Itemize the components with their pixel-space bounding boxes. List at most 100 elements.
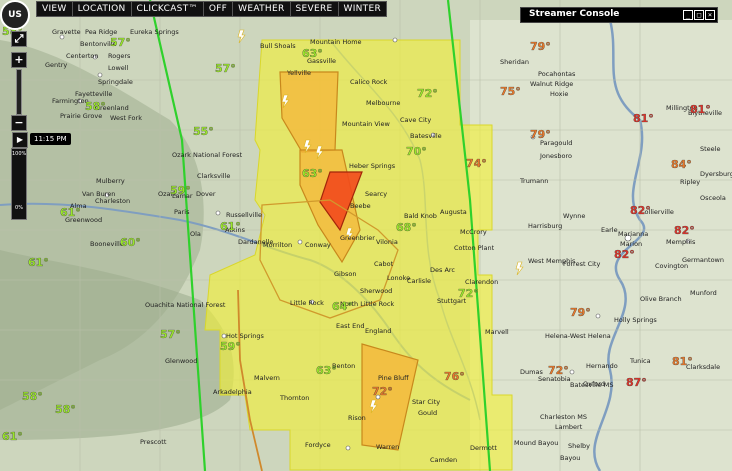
city-label: Sheridan (500, 58, 529, 66)
temperature-label: 82° (674, 224, 695, 237)
temperature-label: 79° (530, 40, 551, 53)
temperature-label: 61° (60, 206, 81, 219)
menu-clickcast[interactable]: CLICKCAST™ (132, 2, 204, 16)
restore-icon[interactable]: □ (694, 10, 704, 20)
city-label: Lowell (108, 64, 129, 72)
city-label: Carlisle (407, 277, 431, 285)
city-label: Paris (174, 208, 190, 216)
city-label: Gibson (334, 270, 356, 278)
city-label: Des Arc (430, 266, 455, 274)
temperature-label: 61° (2, 430, 23, 443)
city-label: Mound Bayou (514, 439, 558, 447)
city-label: Bald Knob (404, 212, 437, 220)
city-label: Clarksville (197, 172, 230, 180)
temperature-label: 63° (302, 167, 323, 180)
zoom-out-button[interactable]: − (11, 115, 27, 131)
city-label: Malvern (254, 374, 280, 382)
opacity-slider[interactable]: 100% 0% (11, 148, 27, 220)
city-label: Helena-West Helena (545, 332, 611, 340)
city-label: Morrilton (263, 241, 292, 249)
city-label: Cave City (400, 116, 431, 124)
city-label: Prairie Grove (60, 112, 102, 120)
city-label: Greenbrier (340, 234, 375, 242)
temperature-label: 63° (302, 47, 323, 60)
city-label: Beebe (350, 202, 371, 210)
city-label: Germantown (682, 256, 724, 264)
city-label: Holly Springs (614, 316, 657, 324)
city-label: Vilonia (376, 238, 398, 246)
city-label: Oxford (583, 380, 605, 388)
city-label: Dyersburg (700, 170, 732, 178)
temperature-label: 63° (316, 364, 337, 377)
temperature-label: 64° (332, 300, 353, 313)
temperature-label: 57° (215, 62, 236, 75)
city-label: Little Rock (290, 299, 324, 307)
temperature-label: 72° (548, 364, 569, 377)
city-label: Rogers (108, 52, 131, 60)
city-label: Pocahontas (538, 70, 576, 78)
city-label: Gentry (45, 61, 67, 69)
fullscreen-icon[interactable]: ⤢ (11, 31, 27, 47)
console-title: Streamer Console (529, 9, 620, 19)
city-label: Dermott (470, 444, 497, 452)
city-label: Pea Ridge (85, 28, 117, 36)
city-label: Mountain View (342, 120, 390, 128)
city-label: Jonesboro (539, 152, 572, 160)
city-label: Arkadelphia (213, 388, 252, 396)
city-label: Osceola (700, 194, 726, 202)
temperature-label: 59° (170, 184, 191, 197)
temperature-label: 57° (110, 36, 131, 49)
temperature-label: 82° (614, 248, 635, 261)
city-label: Calico Rock (350, 78, 388, 86)
city-label: Augusta (440, 208, 467, 216)
temperature-label: 87° (626, 376, 647, 389)
city-label: Ripley (680, 178, 700, 186)
city-label: Sherwood (360, 287, 392, 295)
city-label: Batesville (410, 132, 442, 140)
zoom-in-button[interactable]: + (11, 52, 27, 68)
menu-severe[interactable]: SEVERE (291, 2, 339, 16)
temperature-label: 76° (444, 370, 465, 383)
city-label: Hot Springs (226, 332, 264, 340)
city-label: Ozark National Forest (172, 151, 243, 159)
city-label: Earle (601, 226, 618, 234)
zoom-slider[interactable] (16, 69, 22, 115)
city-label: Wynne (563, 212, 585, 220)
city-label: Thornton (279, 394, 309, 402)
city-label: Olive Branch (640, 295, 682, 303)
city-label: Gravette (52, 28, 81, 36)
city-label: Charleston (95, 197, 130, 205)
city-label: Pine Bluff (378, 374, 409, 382)
temperature-label: 82° (630, 204, 651, 217)
close-icon[interactable]: × (705, 10, 715, 20)
city-label: Searcy (365, 190, 387, 198)
temperature-label: 61° (28, 256, 49, 269)
opacity-max-label: 100% (12, 151, 27, 157)
city-label: Hoxie (550, 90, 568, 98)
temperature-label: 57° (160, 328, 181, 341)
temperature-label: 59° (220, 340, 241, 353)
menu-off[interactable]: OFF (204, 2, 234, 16)
weather-map[interactable]: Gravette Pea Ridge Eureka SpringsBentonvil… (0, 0, 732, 471)
city-label: Shelby (568, 442, 590, 450)
play-button[interactable]: ▶ (12, 132, 28, 148)
temperature-label: 81° (633, 112, 654, 125)
menu-weather[interactable]: WEATHER (233, 2, 291, 16)
temperature-label: 79° (530, 128, 551, 141)
city-label: Marianna (618, 230, 648, 238)
menu-winter[interactable]: WINTER (339, 2, 387, 16)
city-label: Walnut Ridge (530, 80, 573, 88)
city-label: Prescott (140, 438, 167, 446)
city-label: Cabot (374, 260, 394, 268)
streamer-console-header[interactable]: Streamer Console _ □ × (520, 7, 718, 23)
city-label: Springdale (98, 78, 133, 86)
city-label: Glenwood (165, 357, 197, 365)
city-label: McCrory (460, 228, 487, 236)
city-label: Cotton Plant (454, 244, 495, 252)
city-label: Mountain Home (310, 38, 362, 46)
city-label: Warren (376, 443, 399, 451)
menu-view[interactable]: VIEW (37, 2, 73, 16)
minimize-icon[interactable]: _ (683, 10, 693, 20)
menu-location[interactable]: LOCATION (73, 2, 132, 16)
region-logo-button[interactable]: US (0, 0, 30, 30)
